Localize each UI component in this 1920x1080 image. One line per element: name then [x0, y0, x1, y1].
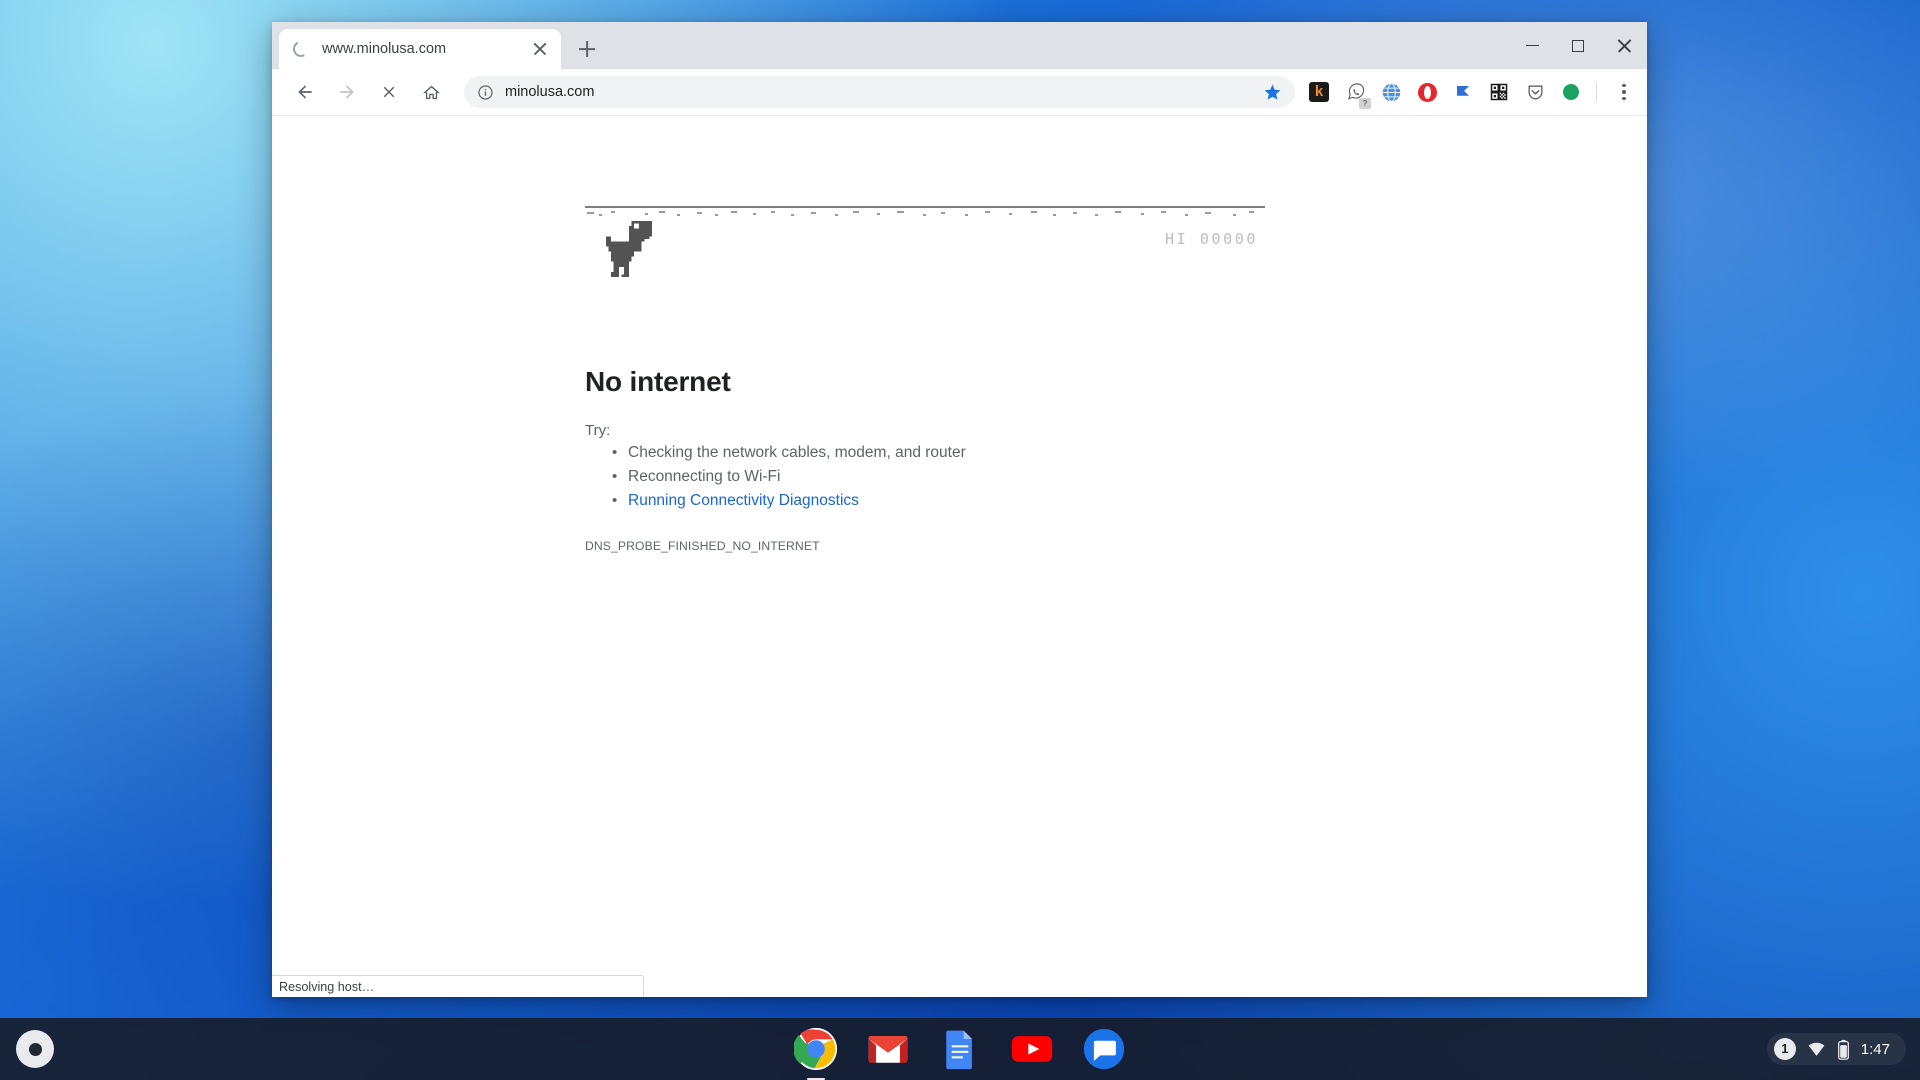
globe-extension-icon[interactable]: [1376, 77, 1406, 107]
pocket-extension-icon[interactable]: [1520, 77, 1550, 107]
ground-line: [585, 206, 1265, 208]
hi-score-label: HI 00000: [1164, 230, 1258, 248]
url-text: minolusa.com: [505, 84, 595, 100]
minimize-button[interactable]: [1509, 22, 1555, 69]
back-button[interactable]: [288, 75, 322, 109]
close-window-button[interactable]: [1601, 22, 1647, 69]
address-bar[interactable]: minolusa.com: [464, 76, 1295, 108]
docs-app-icon[interactable]: [938, 1027, 982, 1071]
bookmark-star-icon[interactable]: [1259, 79, 1285, 105]
maximize-icon: [1572, 39, 1584, 52]
ground-texture: [585, 210, 1265, 218]
tab-strip: www.minolusa.com: [272, 22, 1647, 69]
shelf-apps: [793, 1027, 1126, 1080]
stop-button[interactable]: [372, 75, 406, 109]
home-button[interactable]: [414, 75, 448, 109]
dino-ground: [585, 206, 1265, 220]
chrome-menu-button[interactable]: [1609, 77, 1639, 107]
page-viewport: HI 00000 No internet Try: • Checking the…: [272, 116, 1647, 997]
messages-app-icon[interactable]: [1082, 1027, 1126, 1071]
chrome-app-icon[interactable]: [793, 1027, 838, 1080]
tab-title: www.minolusa.com: [322, 41, 447, 57]
call-extension-icon[interactable]: ?: [1340, 77, 1371, 109]
suggestion-text: Checking the network cables, modem, and …: [628, 444, 966, 461]
gmail-app-icon[interactable]: [866, 1027, 910, 1071]
status-text: Resolving host…: [279, 979, 375, 994]
minimize-icon: [1525, 44, 1539, 47]
system-tray[interactable]: 1 1:47: [1766, 1033, 1906, 1065]
arrow-left-icon: [298, 85, 312, 99]
info-circle-icon: [478, 84, 493, 100]
notification-count-badge[interactable]: 1: [1773, 1038, 1796, 1060]
suggestion-list: Checking the network cables, modem, and …: [585, 441, 1265, 513]
extensions-row: k ?: [1301, 77, 1589, 109]
status-bubble: Resolving host…: [272, 975, 644, 997]
loading-spinner-icon: [290, 38, 312, 60]
maximize-button[interactable]: [1555, 22, 1601, 69]
close-window-icon: [1617, 39, 1631, 53]
arrow-right-icon: [340, 85, 354, 99]
toolbar-divider: [1596, 82, 1597, 102]
launcher-icon: [28, 1042, 42, 1056]
shelf: 1 1:47: [0, 1018, 1920, 1080]
kaspersky-extension-icon[interactable]: k: [1304, 77, 1334, 107]
browser-toolbar: minolusa.com k ?: [272, 69, 1647, 116]
close-x-icon: [383, 86, 395, 98]
dino-game-area[interactable]: HI 00000: [585, 206, 1265, 326]
page-title: No internet: [585, 366, 731, 397]
youtube-app-icon[interactable]: [1010, 1027, 1054, 1071]
battery-icon: [1837, 1039, 1849, 1060]
try-label: Try:: [585, 422, 611, 439]
suggestion-text: Reconnecting to Wi-Fi: [628, 468, 781, 485]
error-code: DNS_PROBE_FINISHED_NO_INTERNET: [585, 539, 820, 553]
call-extension-badge: ?: [1359, 98, 1371, 109]
launcher-button[interactable]: [16, 1030, 54, 1068]
status-extension-icon[interactable]: [1556, 77, 1586, 107]
list-item[interactable]: Running Connectivity Diagnostics: [612, 489, 1265, 513]
flag-extension-icon[interactable]: [1448, 77, 1478, 107]
list-item: Reconnecting to Wi-Fi: [612, 465, 1265, 489]
qr-code-extension-icon[interactable]: [1484, 77, 1514, 107]
clock-label: 1:47: [1860, 1040, 1890, 1058]
new-tab-button[interactable]: [570, 32, 604, 66]
browser-tab[interactable]: www.minolusa.com: [279, 29, 561, 69]
chrome-dino-icon: [606, 221, 652, 277]
connectivity-diagnostics-link[interactable]: Running Connectivity Diagnostics: [628, 492, 859, 509]
list-item: Checking the network cables, modem, and …: [612, 441, 1265, 465]
opera-extension-icon[interactable]: [1412, 77, 1442, 107]
close-icon[interactable]: [529, 38, 551, 60]
forward-button[interactable]: [330, 75, 364, 109]
error-page: HI 00000 No internet Try: • Checking the…: [585, 206, 1265, 553]
home-icon: [422, 85, 440, 99]
wifi-icon: [1808, 1042, 1825, 1056]
window-controls: [1509, 22, 1647, 69]
kaspersky-glyph: k: [1309, 82, 1329, 102]
browser-window: www.minolusa.com minolusa.com k ? HI 000…: [272, 22, 1647, 997]
